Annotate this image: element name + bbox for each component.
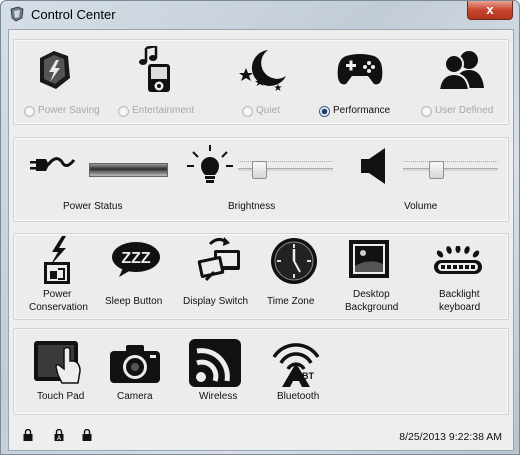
radio-performance[interactable] <box>319 106 330 117</box>
sleep-zzz-icon[interactable]: ZZZ <box>111 240 161 278</box>
num-lock-icon: A <box>54 429 64 441</box>
label-volume: Volume <box>404 201 438 212</box>
shortcuts-panel-1: Power Conservation ZZZ Sleep Button Disp… <box>13 233 509 320</box>
label-entertainment: Entertainment <box>132 105 195 116</box>
music-player-icon[interactable] <box>136 46 178 94</box>
label-brightness: Brightness <box>228 201 276 212</box>
display-switch-icon[interactable] <box>196 236 242 284</box>
label-touch-pad: Touch Pad <box>37 391 85 402</box>
mode-panel: Power Saving Entertainment Quiet Perform… <box>13 39 509 125</box>
backlight-keyboard-icon[interactable] <box>432 246 484 276</box>
battery-bolt-icon[interactable] <box>32 48 76 92</box>
brightness-slider-thumb[interactable] <box>252 161 267 179</box>
label-time-zone: Time Zone <box>267 296 315 307</box>
scroll-lock-icon <box>82 429 92 441</box>
desktop-background-icon[interactable] <box>349 240 389 280</box>
volume-slider-thumb[interactable] <box>429 161 444 179</box>
label-bluetooth: Bluetooth <box>277 391 320 402</box>
bluetooth-icon[interactable]: BT <box>270 337 322 389</box>
label-power-conservation-1: Power <box>43 289 72 300</box>
power-conservation-icon[interactable] <box>42 236 76 286</box>
label-wireless: Wireless <box>199 391 238 402</box>
close-button[interactable]: x <box>467 1 513 20</box>
radio-user-defined[interactable] <box>421 106 432 117</box>
label-user-defined: User Defined <box>435 105 494 116</box>
num-lock-letter: A <box>57 436 62 441</box>
label-camera: Camera <box>117 391 153 402</box>
radio-quiet[interactable] <box>242 106 253 117</box>
label-sleep-button: Sleep Button <box>105 296 163 307</box>
label-performance: Performance <box>333 105 391 116</box>
radio-power-saving[interactable] <box>24 106 35 117</box>
label-desktop-background-2: Background <box>345 302 399 313</box>
svg-text:ZZZ: ZZZ <box>121 250 151 267</box>
users-icon[interactable] <box>438 48 486 90</box>
light-bulb-icon <box>187 145 233 183</box>
control-center-window: Control Center x Power Saving Entertainm… <box>0 0 520 455</box>
power-plug-icon <box>30 157 76 171</box>
status-datetime: 8/25/2013 9:22:38 AM <box>399 431 502 443</box>
radio-entertainment[interactable] <box>118 106 129 117</box>
touchpad-icon[interactable] <box>34 339 84 387</box>
power-status-bar <box>89 163 168 177</box>
label-power-status: Power Status <box>63 201 123 212</box>
label-backlight-keyboard-2: keyboard <box>439 302 481 313</box>
shortcuts-panel-2: Touch Pad Camera Wireless BT Bluetooth <box>13 328 509 415</box>
power-display-panel: Power Status Brightness Volume <box>13 137 509 222</box>
svg-text:BT: BT <box>302 371 314 381</box>
label-power-saving: Power Saving <box>38 105 100 116</box>
app-icon <box>10 6 24 22</box>
window-title: Control Center <box>31 7 116 22</box>
label-desktop-background-1: Desktop <box>353 289 390 300</box>
status-bar: A 8/25/2013 9:22:38 AM <box>8 421 512 449</box>
label-backlight-keyboard-1: Backlight <box>439 289 480 300</box>
wireless-icon[interactable] <box>189 339 241 387</box>
speaker-icon <box>361 148 385 184</box>
brightness-slider[interactable] <box>238 161 333 179</box>
camera-icon[interactable] <box>110 343 160 383</box>
clock-icon[interactable] <box>270 237 318 285</box>
caps-lock-icon <box>23 429 33 441</box>
label-power-conservation-2: Conservation <box>29 302 88 313</box>
title-bar[interactable]: Control Center x <box>1 1 519 29</box>
client-area: Power Saving Entertainment Quiet Perform… <box>8 29 514 451</box>
volume-slider[interactable] <box>403 161 498 179</box>
label-quiet: Quiet <box>256 105 280 116</box>
gamepad-icon[interactable] <box>336 52 384 88</box>
moon-stars-icon[interactable] <box>238 48 288 92</box>
label-display-switch: Display Switch <box>183 296 249 307</box>
